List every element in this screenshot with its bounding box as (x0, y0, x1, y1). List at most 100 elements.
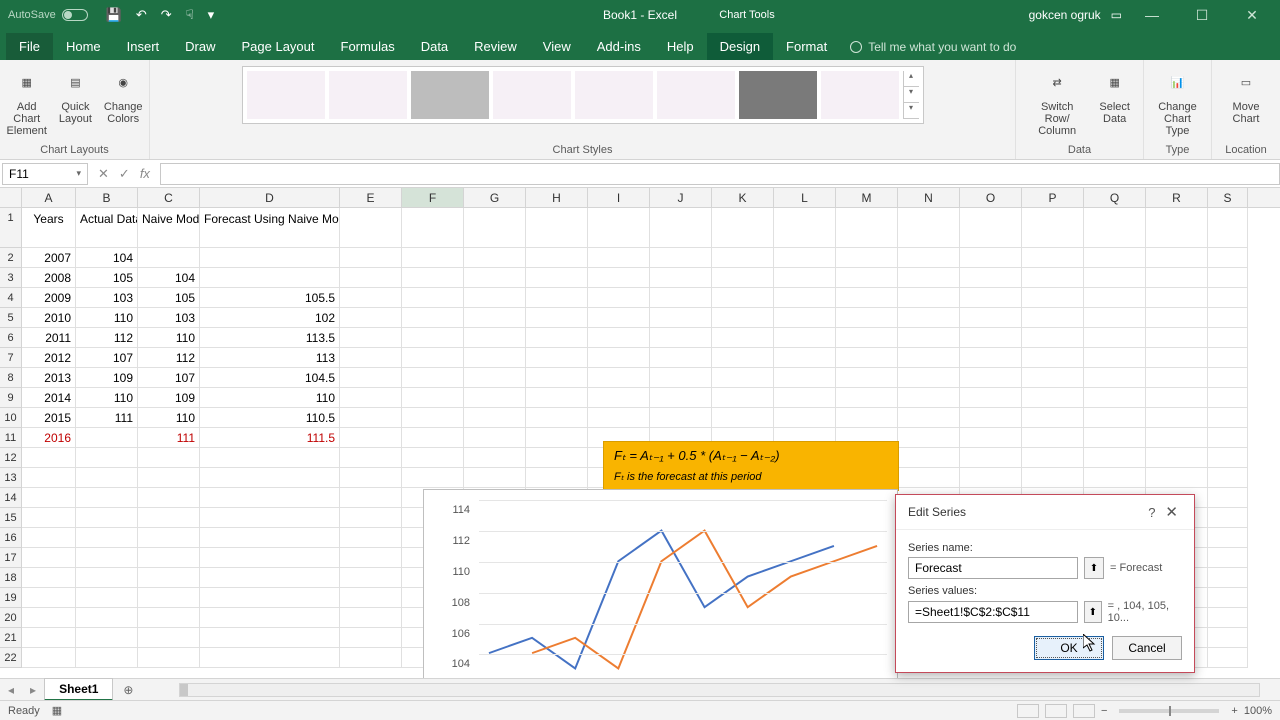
cell-R13[interactable] (1146, 468, 1208, 488)
cell-D21[interactable] (200, 628, 340, 648)
cell-H1[interactable] (526, 208, 588, 248)
chart-styles-gallery[interactable]: ▴ ▾ ▾ (242, 66, 924, 124)
cell-D4[interactable]: 105.5 (200, 288, 340, 308)
cell-O1[interactable] (960, 208, 1022, 248)
cell-J9[interactable] (650, 388, 712, 408)
cell-P5[interactable] (1022, 308, 1084, 328)
cell-I6[interactable] (588, 328, 650, 348)
cell-I10[interactable] (588, 408, 650, 428)
cell-F12[interactable] (402, 448, 464, 468)
row-header-20[interactable]: 20 (0, 608, 22, 628)
cell-A20[interactable] (22, 608, 76, 628)
cell-B1[interactable]: Actual Data (76, 208, 138, 248)
cell-S21[interactable] (1208, 628, 1248, 648)
cell-N2[interactable] (898, 248, 960, 268)
cell-S1[interactable] (1208, 208, 1248, 248)
column-header-P[interactable]: P (1022, 188, 1084, 207)
cell-K8[interactable] (712, 368, 774, 388)
cell-F8[interactable] (402, 368, 464, 388)
cell-D12[interactable] (200, 448, 340, 468)
cell-A11[interactable]: 2016 (22, 428, 76, 448)
cell-S15[interactable] (1208, 508, 1248, 528)
cell-E17[interactable] (340, 548, 402, 568)
cell-A15[interactable] (22, 508, 76, 528)
close-button[interactable]: ✕ (1232, 7, 1272, 24)
cell-F1[interactable] (402, 208, 464, 248)
cell-R12[interactable] (1146, 448, 1208, 468)
user-name[interactable]: gokcen ogruk (1029, 8, 1101, 22)
cell-G1[interactable] (464, 208, 526, 248)
autosave-switch-icon[interactable] (62, 9, 88, 21)
cell-B2[interactable]: 104 (76, 248, 138, 268)
cell-N9[interactable] (898, 388, 960, 408)
ok-button[interactable]: OK (1034, 636, 1104, 660)
cell-C4[interactable]: 105 (138, 288, 200, 308)
cell-M3[interactable] (836, 268, 898, 288)
column-header-R[interactable]: R (1146, 188, 1208, 207)
cell-A7[interactable]: 2012 (22, 348, 76, 368)
cell-S14[interactable] (1208, 488, 1248, 508)
row-header-2[interactable]: 2 (0, 248, 22, 268)
cell-H8[interactable] (526, 368, 588, 388)
tab-addins[interactable]: Add-ins (584, 33, 654, 60)
cell-E8[interactable] (340, 368, 402, 388)
cell-C22[interactable] (138, 648, 200, 668)
cell-D2[interactable] (200, 248, 340, 268)
chart-style-1[interactable] (247, 71, 325, 119)
cell-C1[interactable]: Naive Model 1 (138, 208, 200, 248)
cell-H11[interactable] (526, 428, 588, 448)
cell-C21[interactable] (138, 628, 200, 648)
row-header-4[interactable]: 4 (0, 288, 22, 308)
cell-D19[interactable] (200, 588, 340, 608)
cell-G7[interactable] (464, 348, 526, 368)
cell-N6[interactable] (898, 328, 960, 348)
cell-M9[interactable] (836, 388, 898, 408)
cell-J5[interactable] (650, 308, 712, 328)
cell-L9[interactable] (774, 388, 836, 408)
cell-J6[interactable] (650, 328, 712, 348)
column-header-L[interactable]: L (774, 188, 836, 207)
cell-B9[interactable]: 110 (76, 388, 138, 408)
cell-H10[interactable] (526, 408, 588, 428)
cell-S8[interactable] (1208, 368, 1248, 388)
cell-B11[interactable] (76, 428, 138, 448)
cell-B8[interactable]: 109 (76, 368, 138, 388)
column-header-E[interactable]: E (340, 188, 402, 207)
cell-L10[interactable] (774, 408, 836, 428)
cell-E7[interactable] (340, 348, 402, 368)
cell-M2[interactable] (836, 248, 898, 268)
cell-I3[interactable] (588, 268, 650, 288)
cell-Q12[interactable] (1084, 448, 1146, 468)
maximize-button[interactable]: ☐ (1182, 7, 1222, 24)
cell-C8[interactable]: 107 (138, 368, 200, 388)
cell-B17[interactable] (76, 548, 138, 568)
cell-E12[interactable] (340, 448, 402, 468)
cell-K9[interactable] (712, 388, 774, 408)
series-values-input[interactable] (908, 601, 1078, 623)
cell-C2[interactable] (138, 248, 200, 268)
cell-B22[interactable] (76, 648, 138, 668)
zoom-out-button[interactable]: − (1101, 705, 1107, 717)
cell-S2[interactable] (1208, 248, 1248, 268)
tell-me-search[interactable]: Tell me what you want to do (850, 40, 1016, 60)
row-header-21[interactable]: 21 (0, 628, 22, 648)
cell-C13[interactable] (138, 468, 200, 488)
cell-H9[interactable] (526, 388, 588, 408)
cell-J10[interactable] (650, 408, 712, 428)
switch-row-column-button[interactable]: ⇄ Switch Row/ Column (1024, 66, 1090, 137)
cell-N5[interactable] (898, 308, 960, 328)
cell-P2[interactable] (1022, 248, 1084, 268)
cell-A1[interactable]: Years (22, 208, 76, 248)
cell-D9[interactable]: 110 (200, 388, 340, 408)
cell-D13[interactable] (200, 468, 340, 488)
normal-view-button[interactable] (1017, 704, 1039, 718)
cell-A4[interactable]: 2009 (22, 288, 76, 308)
cell-F6[interactable] (402, 328, 464, 348)
cell-H3[interactable] (526, 268, 588, 288)
cell-A5[interactable]: 2010 (22, 308, 76, 328)
cell-E4[interactable] (340, 288, 402, 308)
cell-S20[interactable] (1208, 608, 1248, 628)
cell-S11[interactable] (1208, 428, 1248, 448)
cell-C6[interactable]: 110 (138, 328, 200, 348)
cell-R11[interactable] (1146, 428, 1208, 448)
